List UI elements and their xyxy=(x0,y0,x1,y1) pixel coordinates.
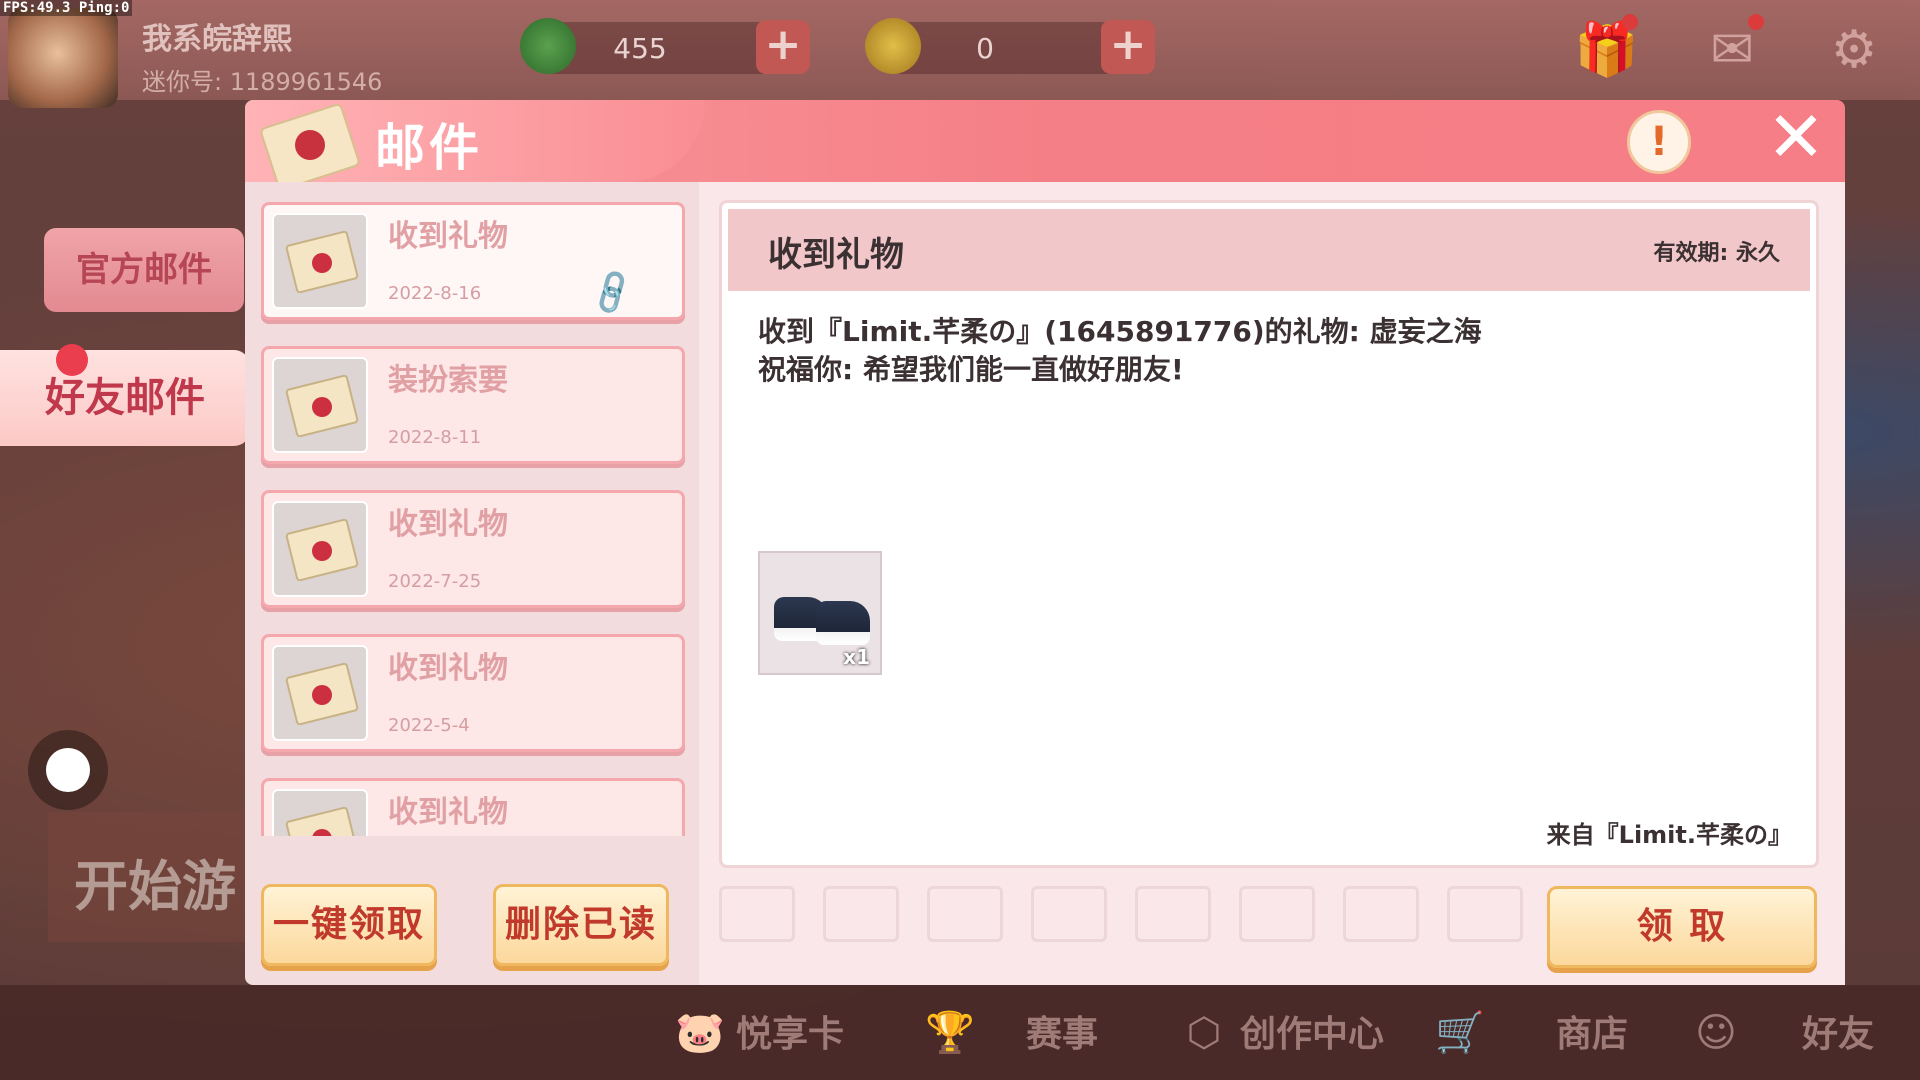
pig-card-icon: 🐷 xyxy=(675,1010,725,1056)
mail-thumbnail-icon xyxy=(272,645,368,741)
nav-creation-center[interactable]: ⬡ 创作中心 xyxy=(1174,1003,1384,1063)
mail-list-overflow: 收到礼物 xyxy=(261,746,685,836)
info-button[interactable]: ! xyxy=(1627,110,1691,174)
player-avatar[interactable] xyxy=(8,8,118,108)
mail-detail-header: 收到礼物 有效期: 永久 xyxy=(728,209,1810,291)
mail-item-date: 2022-5-4 xyxy=(388,715,470,736)
close-button[interactable]: ✕ xyxy=(1761,102,1831,172)
top-hud: 我系皖辞熙 迷你号: 1189961546 455 + 0 + 🎁 ✉ ⚙ xyxy=(0,0,1920,108)
mail-list-item[interactable]: 收到礼物 2022-7-25 xyxy=(261,490,685,608)
claim-button[interactable]: 领 取 xyxy=(1547,886,1817,968)
dialog-header: 邮件 ! ✕ xyxy=(245,100,1845,192)
nav-yuexiang-card[interactable]: 🐷 悦享卡 xyxy=(670,1003,844,1063)
mail-icon[interactable]: ✉ xyxy=(1700,14,1764,80)
mail-body-line: 祝福你: 希望我们能一直做好朋友! xyxy=(758,353,1184,386)
nav-label: 赛事 xyxy=(1026,1014,1099,1055)
mail-detail-title: 收到礼物 xyxy=(768,235,904,275)
mail-item-date: 2022-7-25 xyxy=(388,571,482,592)
validity-label: 有效期: 永久 xyxy=(1653,241,1780,266)
green-currency-value: 455 xyxy=(613,32,667,65)
mail-list-item[interactable]: 收到礼物 2022-8-16 🔗 xyxy=(261,202,685,320)
notification-dot xyxy=(1622,14,1638,30)
mail-list-panel: 收到礼物 2022-8-16 🔗 装扮索要 2022-8-11 收到礼物 202… xyxy=(245,182,699,985)
joystick[interactable] xyxy=(28,730,108,810)
add-green-currency-button[interactable]: + xyxy=(756,20,810,74)
mail-item-date: 2022-8-16 xyxy=(388,283,482,304)
bottom-nav: 🐷 悦享卡 🏆 赛事 ⬡ 创作中心 🛒 商店 ☺ 好友 xyxy=(0,985,1920,1080)
mail-item-title: 收到礼物 xyxy=(388,795,508,830)
trophy-icon: 🏆 xyxy=(925,1010,975,1056)
gift-icon[interactable]: 🎁 xyxy=(1574,14,1639,80)
reward-item[interactable]: x1 xyxy=(758,551,882,675)
claim-all-button[interactable]: 一键领取 xyxy=(261,884,437,966)
mail-body-line: 收到『Limit.芊柔の』(1645891776)的礼物: 虚妄之海 xyxy=(758,315,1482,348)
mail-list-item[interactable]: 收到礼物 2022-5-4 xyxy=(261,634,685,752)
player-id: 迷你号: 1189961546 xyxy=(142,68,383,96)
tab-friend-mail-label: 好友邮件 xyxy=(45,375,205,421)
mail-sender: 来自『Limit.芊柔の』 xyxy=(1546,821,1792,849)
gold-currency: 0 + xyxy=(865,18,1155,74)
mail-thumbnail-icon xyxy=(272,357,368,453)
nav-events[interactable]: 🏆 赛事 xyxy=(920,1003,1098,1063)
joystick-knob[interactable] xyxy=(46,748,90,792)
reward-quantity: x1 xyxy=(843,645,870,669)
mail-item-title: 收到礼物 xyxy=(388,507,508,542)
mail-envelope-icon xyxy=(258,96,362,192)
nav-shop[interactable]: 🛒 商店 xyxy=(1430,1003,1628,1063)
gold-currency-value: 0 xyxy=(976,32,994,65)
sneakers-icon xyxy=(774,595,870,645)
mail-list-item[interactable]: 装扮索要 2022-8-11 xyxy=(261,346,685,464)
mail-body: 收到『Limit.芊柔の』(1645891776)的礼物: 虚妄之海 祝福你: … xyxy=(758,313,1482,389)
nav-label: 好友 xyxy=(1802,1014,1875,1055)
mail-detail-area: 收到礼物 有效期: 永久 收到『Limit.芊柔の』(1645891776)的礼… xyxy=(699,182,1845,985)
attachment-clip-icon: 🔗 xyxy=(585,265,639,319)
mail-list-item[interactable]: 收到礼物 xyxy=(261,778,685,836)
mail-detail-card: 收到礼物 有效期: 永久 收到『Limit.芊柔の』(1645891776)的礼… xyxy=(719,200,1819,868)
notification-dot xyxy=(1748,14,1764,30)
tab-official-mail[interactable]: 官方邮件 xyxy=(44,228,244,312)
mail-item-title: 收到礼物 xyxy=(388,219,508,254)
mail-dialog: 邮件 ! ✕ 收到礼物 2022-8-16 🔗 装扮索要 2022-8-11 收… xyxy=(245,100,1845,985)
player-name: 我系皖辞熙 xyxy=(142,22,292,57)
cube-icon: ⬡ xyxy=(1186,1010,1222,1056)
mail-item-title: 装扮索要 xyxy=(388,363,508,398)
fps-readout: FPS:49.3 Ping:0 xyxy=(0,0,133,16)
dialog-title: 邮件 xyxy=(375,119,483,177)
nav-label: 创作中心 xyxy=(1240,1014,1385,1055)
mail-thumbnail-icon xyxy=(272,501,368,597)
green-currency: 455 + xyxy=(520,18,810,74)
tab-friend-mail[interactable]: 好友邮件 xyxy=(0,344,250,446)
mail-item-date: 2022-8-11 xyxy=(388,427,482,448)
mail-thumbnail-icon xyxy=(272,789,368,836)
shop-cart-icon: 🛒 xyxy=(1435,1010,1485,1056)
settings-gear-icon[interactable]: ⚙ xyxy=(1822,20,1886,80)
friend-icon: ☺ xyxy=(1695,1010,1737,1056)
nav-label: 商店 xyxy=(1556,1014,1629,1055)
mail-thumbnail-icon xyxy=(272,213,368,309)
delete-read-button[interactable]: 删除已读 xyxy=(493,884,669,966)
nav-friends[interactable]: ☺ 好友 xyxy=(1686,1003,1874,1063)
mail-item-title: 收到礼物 xyxy=(388,651,508,686)
notification-dot xyxy=(56,344,88,376)
nav-label: 悦享卡 xyxy=(736,1014,845,1055)
start-game-button: 开始游 xyxy=(48,812,268,942)
add-gold-currency-button[interactable]: + xyxy=(1101,20,1155,74)
